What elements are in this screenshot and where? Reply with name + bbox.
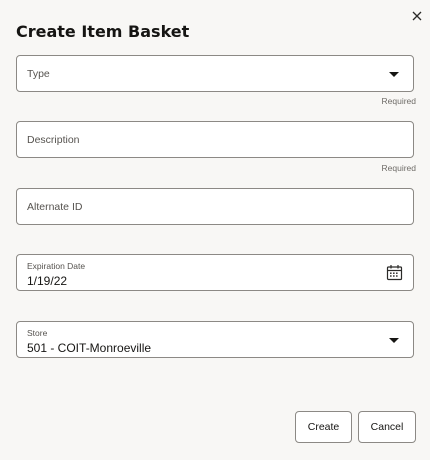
description-required-text: Required <box>381 163 417 173</box>
cancel-button[interactable]: Cancel <box>358 411 416 443</box>
type-select[interactable]: Type <box>16 55 414 92</box>
chevron-down-icon <box>389 72 399 77</box>
dialog-title: Create Item Basket <box>16 22 190 41</box>
alternate-id-field[interactable]: Alternate ID <box>16 188 414 225</box>
type-placeholder: Type <box>27 68 50 80</box>
close-button[interactable] <box>408 7 426 25</box>
store-value: 501 - COIT-Monroeville <box>27 341 152 355</box>
chevron-down-icon <box>389 338 399 343</box>
create-button[interactable]: Create <box>295 411 352 443</box>
expiration-date-value: 1/19/22 <box>27 274 68 288</box>
store-select[interactable]: Store 501 - COIT-Monroeville <box>16 321 414 358</box>
close-icon <box>412 11 422 21</box>
type-required-text: Required <box>381 96 417 106</box>
description-placeholder: Description <box>27 134 80 146</box>
calendar-icon[interactable] <box>386 264 403 281</box>
expiration-date-label: Expiration Date <box>27 261 86 271</box>
create-item-basket-dialog: Create Item Basket Type Required Descrip… <box>0 0 430 460</box>
description-field[interactable]: Description <box>16 121 414 158</box>
expiration-date-field[interactable]: Expiration Date 1/19/22 <box>16 254 414 291</box>
alternate-id-placeholder: Alternate ID <box>27 201 83 213</box>
store-label: Store <box>27 328 48 338</box>
